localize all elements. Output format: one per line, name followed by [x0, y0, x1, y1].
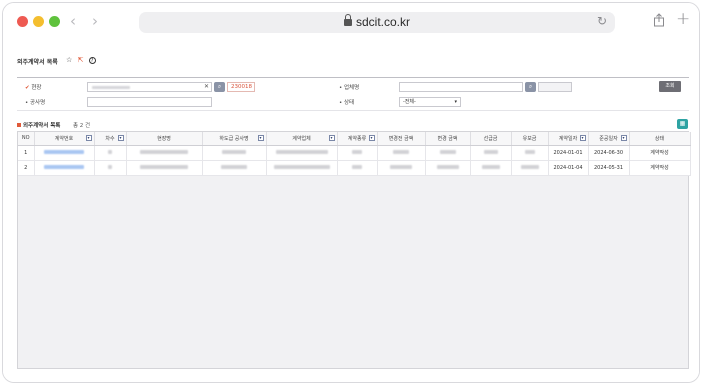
cell-contract-date: 2024-01-04 [548, 160, 589, 176]
table-row[interactable]: 2 2024-01-04 2024-05-31 계약작성 [18, 160, 691, 176]
col-header-contract-type[interactable]: 계약종류 ▾ [337, 132, 378, 146]
back-arrow-icon[interactable]: ‹ [70, 12, 76, 30]
page-content: 외주계약서 목록 ☆ ⇱ ? ✔ 현장 ✕ ⌕ 230018 • 업체명 ⌕ 조… [3, 41, 699, 382]
query-button[interactable]: 조회 [659, 81, 681, 92]
status-select[interactable]: -전체- ▾ [399, 97, 461, 107]
cell-revision [94, 145, 127, 161]
filter-icon[interactable]: ▾ [85, 135, 92, 141]
excel-icon[interactable]: ▦ [677, 119, 688, 129]
share-icon[interactable] [653, 13, 665, 27]
col-header-amount-change: 변경 금액 [425, 132, 471, 146]
status-select-value: -전체- [403, 99, 416, 105]
grid-header-row: NO 계약번호 ▾ 차수 ▾ 현장명 하도급 공사명 ▾ 계약업체 ▾ 계약종류 ▾ 변경… [18, 132, 691, 146]
cell-amount-change [425, 160, 471, 176]
project-label: • 공사명 [25, 100, 46, 106]
cell-retention [511, 145, 549, 161]
filter-icon[interactable]: ▾ [579, 135, 586, 141]
cell-no: 2 [18, 160, 35, 176]
cell-subcontract-name [202, 160, 267, 176]
col-header-subcontract-name[interactable]: 하도급 공사명 ▾ [202, 132, 267, 146]
col-header-revision[interactable]: 차수 ▾ [94, 132, 127, 146]
page-title: 외주계약서 목록 [17, 59, 58, 66]
clear-icon[interactable]: ✕ [204, 83, 209, 90]
cell-contract-type [337, 145, 378, 161]
col-header-site-name: 현장명 [126, 132, 203, 146]
filter-icon[interactable]: ▾ [117, 135, 124, 141]
col-header-contract-date[interactable]: 계약일자 ▾ [548, 132, 589, 146]
cell-completion-date: 2024-06-30 [588, 145, 630, 161]
url-text: sdcit.co.kr [355, 15, 410, 29]
lock-icon [343, 14, 352, 26]
site-name-field[interactable]: ✕ [87, 82, 212, 92]
address-bar[interactable]: sdcit.co.kr ↻ [139, 12, 615, 33]
external-link-icon[interactable]: ⇱ [78, 56, 84, 64]
cell-contract-no[interactable] [34, 145, 95, 161]
filter-icon[interactable]: ▾ [368, 135, 375, 141]
search-panel: ✔ 현장 ✕ ⌕ 230018 • 업체명 ⌕ 조회 • 공사명 • 상태 -전… [17, 77, 689, 111]
cell-advance [470, 145, 512, 161]
cell-amount-before [377, 145, 426, 161]
company-label: • 업체명 [339, 85, 360, 91]
cell-completion-date: 2024-05-31 [588, 160, 630, 176]
cell-retention [511, 160, 549, 176]
cell-contract-date: 2024-01-01 [548, 145, 589, 161]
col-header-advance: 선급금 [470, 132, 512, 146]
chevron-down-icon: ▾ [454, 99, 457, 105]
cell-status: 계약작성 [629, 160, 691, 176]
reload-icon[interactable]: ↻ [597, 14, 607, 28]
col-header-contract-no[interactable]: 계약번호 ▾ [34, 132, 95, 146]
site-code-field[interactable]: 230018 [227, 82, 255, 92]
contract-grid: NO 계약번호 ▾ 차수 ▾ 현장명 하도급 공사명 ▾ 계약업체 ▾ 계약종류 ▾ 변경… [17, 131, 691, 369]
company-search-icon[interactable]: ⌕ [525, 82, 536, 92]
list-count: 총 2 건 [73, 123, 91, 129]
cell-advance [470, 160, 512, 176]
new-tab-icon[interactable]: + [676, 9, 690, 29]
col-header-retention: 유보금 [511, 132, 549, 146]
cell-amount-change [425, 145, 471, 161]
cell-status: 계약작성 [629, 145, 691, 161]
col-header-completion-date[interactable]: 준공일자 ▾ [588, 132, 630, 146]
cell-vendor [266, 145, 338, 161]
cell-vendor [266, 160, 338, 176]
company-code-field[interactable] [538, 82, 572, 92]
cell-amount-before [377, 160, 426, 176]
filter-icon[interactable]: ▾ [328, 135, 335, 141]
col-header-no: NO [18, 132, 35, 146]
cell-revision [94, 160, 127, 176]
filter-icon[interactable]: ▾ [257, 135, 264, 141]
cell-contract-type [337, 160, 378, 176]
cell-contract-no[interactable] [34, 160, 95, 176]
forward-arrow-icon[interactable]: › [92, 12, 98, 30]
project-field[interactable] [87, 97, 212, 107]
company-field[interactable] [399, 82, 523, 92]
star-icon[interactable]: ☆ [66, 56, 72, 64]
table-row[interactable]: 1 2024-01-01 2024-06-30 계약작성 [18, 145, 691, 161]
filter-icon[interactable]: ▾ [620, 135, 627, 141]
browser-toolbar: ‹ › sdcit.co.kr ↻ + [3, 3, 699, 41]
cell-no: 1 [18, 145, 35, 161]
cell-site-name [126, 160, 203, 176]
zoom-window-button[interactable] [49, 16, 60, 27]
site-search-icon[interactable]: ⌕ [214, 82, 225, 92]
col-header-status: 상태 [629, 132, 691, 146]
close-window-button[interactable] [17, 16, 28, 27]
cell-site-name [126, 145, 203, 161]
help-icon[interactable]: ? [88, 57, 96, 64]
cell-subcontract-name [202, 145, 267, 161]
site-label: ✔ 현장 [25, 85, 42, 91]
list-title: 외주계약서 목록 [17, 121, 60, 129]
minimize-window-button[interactable] [33, 16, 44, 27]
col-header-vendor[interactable]: 계약업체 ▾ [266, 132, 338, 146]
browser-window: ‹ › sdcit.co.kr ↻ + 외주계약서 목록 ☆ ⇱ ? ✔ 현장 … [2, 2, 700, 383]
status-label: • 상태 [339, 100, 355, 106]
col-header-amount-before: 변경전 금액 [377, 132, 426, 146]
